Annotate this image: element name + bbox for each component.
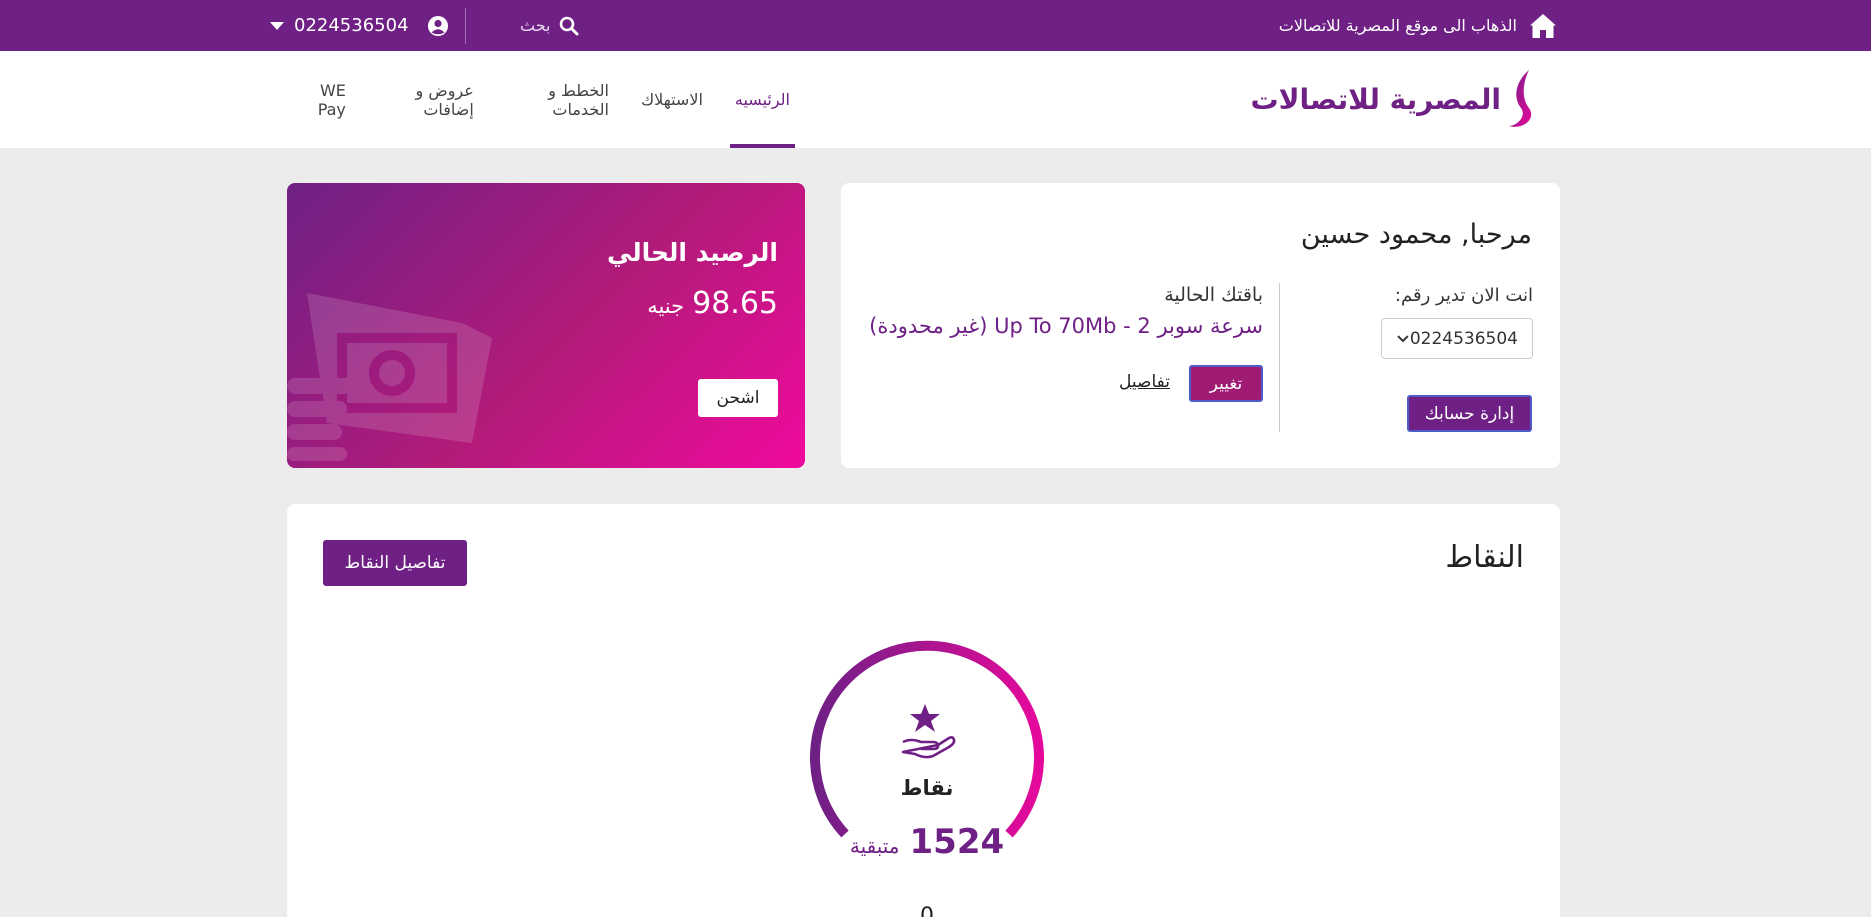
account-dropdown[interactable]: 0224536504: [270, 0, 449, 51]
selected-number: 0224536504: [1409, 328, 1518, 349]
chevron-down-icon: [1397, 334, 1409, 342]
logo-mark-icon: [1509, 70, 1532, 127]
topup-button[interactable]: اشحن: [698, 379, 778, 417]
nav-item-3[interactable]: عروض و إضافات: [373, 51, 479, 148]
home-icon: [1530, 13, 1556, 38]
points-remaining: 1524 متبقية: [807, 822, 1047, 862]
points-unit: متبقية: [849, 834, 900, 858]
points-value: 1524: [909, 822, 1005, 862]
nav-item-4[interactable]: WE Pay: [291, 51, 351, 148]
points-gauge-label: نقاط: [900, 776, 954, 800]
managed-number-label: انت الان تدير رقم:: [1394, 285, 1533, 306]
home-link[interactable]: الذهاب الى موقع المصرية للاتصالات: [1279, 0, 1557, 51]
nav-item-1[interactable]: الاستهلاك: [636, 51, 708, 148]
nav-links: الرئيسيه الاستهلاك الخطط و الخدمات عروض و إ…: [280, 51, 806, 148]
balance-unit: جنيه: [647, 294, 685, 318]
balance-card: الرصيد الحالي 98.65 جنيه اشحن: [287, 183, 805, 468]
plan-details-link[interactable]: تفاصيل: [1119, 372, 1170, 392]
points-card: النقاط تفاصيل النقاط نقاط 1524 متبقية 0: [287, 504, 1560, 917]
current-plan-name: سرعة سوبر 2 - Up To 70Mb (غير محدودة): [869, 314, 1263, 338]
money-hand-icon: [287, 293, 492, 461]
nav-item-2[interactable]: الخطط و الخدمات: [501, 51, 614, 148]
card-divider: [1279, 283, 1280, 432]
account-number[interactable]: 0224536504: [294, 15, 409, 36]
chevron-down-icon: [270, 21, 284, 30]
topbar-divider: [465, 8, 466, 44]
points-extra-line: 0: [920, 904, 934, 917]
home-link-label[interactable]: الذهاب الى موقع المصرية للاتصالات: [1279, 16, 1517, 35]
balance-title: الرصيد الحالي: [606, 238, 778, 267]
balance-amount: 98.65 جنيه: [647, 286, 778, 321]
points-title: النقاط: [1445, 540, 1524, 575]
top-bar: الذهاب الى موقع المصرية للاتصالات بحث 02…: [0, 0, 1871, 51]
account-summary-card: مرحبا, محمود حسين انت الان تدير رقم: 022…: [841, 183, 1560, 468]
user-icon: [427, 15, 448, 36]
search-icon: [559, 16, 578, 35]
points-reward-icon: [901, 704, 956, 759]
change-plan-button[interactable]: تغيير: [1189, 365, 1263, 402]
number-select[interactable]: 0224536504: [1381, 318, 1533, 359]
current-plan-label: باقتك الحالية: [1164, 284, 1263, 306]
logo-text: المصرية للاتصالات: [1250, 82, 1502, 116]
nav-item-0[interactable]: الرئيسيه: [729, 51, 796, 148]
manage-account-button[interactable]: إدارة حسابك: [1407, 395, 1532, 432]
welcome-greeting: مرحبا, محمود حسين: [1300, 219, 1532, 250]
search-button[interactable]: بحث: [520, 0, 579, 51]
main-navbar: المصرية للاتصالات الرئيسيه الاستهلاك الخطط…: [0, 51, 1871, 148]
balance-value: 98.65: [692, 286, 778, 321]
brand-logo[interactable]: المصرية للاتصالات: [1250, 67, 1543, 131]
points-details-button[interactable]: تفاصيل النقاط: [323, 540, 467, 586]
search-label[interactable]: بحث: [520, 16, 551, 35]
